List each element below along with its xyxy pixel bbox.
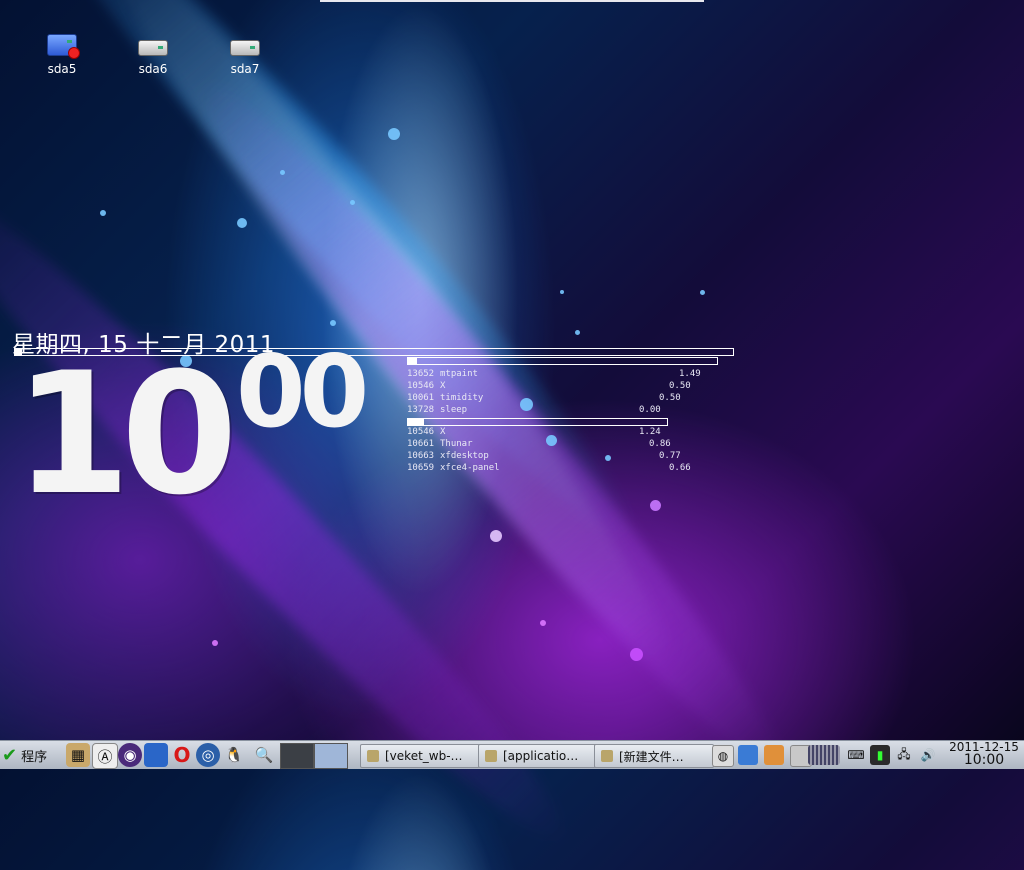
cpu-monitor-tray-icon [808, 745, 840, 765]
taskbar: ✔ 程序 ▦ Ⓐ ◉ O ◎ 🐧 🔍 [veket_wb-… [applicat… [0, 740, 1024, 769]
volume-tray-icon[interactable]: 🔊 [918, 745, 938, 765]
process-name: X [440, 427, 446, 437]
keyboard-tray-icon[interactable]: ⌨ [846, 745, 866, 765]
workspace-1[interactable] [280, 743, 314, 769]
clock-time: 10:00 [963, 752, 1005, 768]
monitor-tray-icon[interactable] [738, 745, 758, 765]
taskbar-clock[interactable]: 2011-12-15 10:00 [944, 741, 1024, 769]
process-row: 10659 xfce4-panel 0.66 [407, 462, 727, 474]
cpu-process-bar-fill [408, 358, 418, 364]
process-name: xfce4-panel [440, 463, 500, 473]
workspace-2[interactable] [314, 743, 348, 769]
process-value: 1.24 [639, 427, 661, 437]
task-button-applications[interactable]: [applicatio… [478, 744, 598, 768]
process-row: 10546 X 0.50 [407, 380, 727, 392]
process-value: 0.86 [649, 439, 671, 449]
process-name: timidity [440, 393, 484, 403]
cpu-process-list: 13652 mtpaint 1.49 10546 X 0.50 10061 ti… [407, 368, 727, 416]
opera-browser-launcher-icon[interactable]: O [170, 743, 194, 767]
task-button-veket[interactable]: [veket_wb-… [360, 744, 482, 768]
start-menu-button[interactable]: ✔ 程序 [2, 743, 64, 767]
drive-red-badge-icon [47, 34, 80, 59]
process-value: 0.66 [669, 463, 691, 473]
process-value: 1.49 [679, 369, 701, 379]
top-edge-line [320, 0, 704, 2]
process-pid: 10661 [407, 439, 435, 449]
process-pid: 10659 [407, 463, 435, 473]
battery-tray-icon[interactable]: ▮ [870, 745, 890, 765]
desktop-icon-sda7[interactable]: sda7 [213, 26, 277, 76]
process-pid: 10663 [407, 451, 435, 461]
process-pid: 13728 [407, 405, 435, 415]
process-name: xfdesktop [440, 451, 489, 461]
drive-icon [230, 40, 260, 56]
process-value: 0.77 [659, 451, 681, 461]
process-name: mtpaint [440, 369, 478, 379]
desktop-launcher-icon[interactable] [144, 743, 168, 767]
process-pid: 10061 [407, 393, 435, 403]
process-row: 10661 Thunar 0.86 [407, 438, 727, 450]
window-icon [367, 750, 379, 762]
folder-icon [601, 750, 613, 762]
process-row: 13728 sleep 0.00 [407, 404, 727, 416]
process-pid: 10546 [407, 427, 435, 437]
speaker-tray-icon[interactable]: ◍ [712, 745, 734, 767]
desktop-icon-label: sda5 [47, 62, 77, 76]
process-value: 0.50 [659, 393, 681, 403]
mem-process-bar-fill [408, 419, 424, 425]
process-value: 0.50 [669, 381, 691, 391]
process-row: 10061 timidity 0.50 [407, 392, 727, 404]
package-launcher-icon[interactable]: Ⓐ [92, 743, 118, 769]
package-tray-icon[interactable] [764, 745, 784, 765]
clock-minutes: 00 [236, 333, 369, 450]
task-label: [applicatio… [503, 749, 579, 763]
drive-icon [138, 40, 168, 56]
checkmark-icon: ✔ [2, 744, 18, 766]
start-menu-label: 程序 [21, 749, 48, 765]
file-manager-launcher-icon[interactable]: ▦ [66, 743, 90, 767]
web-browser-launcher-icon[interactable]: ◎ [196, 743, 220, 767]
search-launcher-icon[interactable]: 🔍 [252, 743, 276, 767]
media-player-launcher-icon[interactable]: ◉ [118, 743, 142, 767]
qq-penguin-launcher-icon[interactable]: 🐧 [222, 743, 246, 767]
process-row: 10663 xfdesktop 0.77 [407, 450, 727, 462]
process-row: 13652 mtpaint 1.49 [407, 368, 727, 380]
desktop-icon-label: sda6 [138, 62, 168, 76]
process-name: X [440, 381, 446, 391]
desktop-icon-label: sda7 [230, 62, 260, 76]
task-label: [新建文件… [619, 749, 684, 764]
process-name: Thunar [440, 439, 473, 449]
process-row: 10546 X 1.24 [407, 426, 727, 438]
process-pid: 10546 [407, 381, 435, 391]
mem-process-list: 10546 X 1.24 10661 Thunar 0.86 10663 xfd… [407, 426, 727, 474]
mem-process-bar [407, 418, 668, 426]
process-pid: 13652 [407, 369, 435, 379]
network-tray-icon[interactable]: 🖧 [894, 745, 914, 765]
cpu-process-bar [407, 357, 718, 365]
desktop-icon-sda5[interactable]: sda5 [30, 26, 94, 76]
folder-icon [485, 750, 497, 762]
desktop-icon-sda6[interactable]: sda6 [121, 26, 185, 76]
task-button-new-folder[interactable]: [新建文件… [594, 744, 714, 768]
task-label: [veket_wb-… [385, 749, 463, 763]
clock-hour: 10 [14, 336, 238, 532]
process-name: sleep [440, 405, 468, 415]
process-value: 0.00 [639, 405, 661, 415]
